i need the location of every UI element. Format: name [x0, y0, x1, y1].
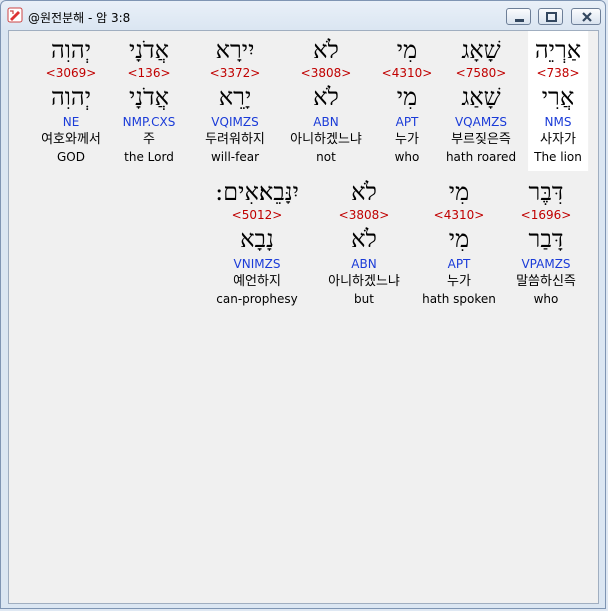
- hebrew-word: אֲדֹנָי: [128, 36, 170, 64]
- strong-number[interactable]: <7580>: [446, 65, 516, 81]
- word-cell[interactable]: יִירָא <3372> יָרֵא VQIMZS 두려워하지 will-fe…: [205, 35, 265, 165]
- morph-code: ABN: [351, 257, 377, 271]
- english-gloss: can-prophesy: [216, 292, 298, 306]
- korean-gloss: 말씀하신즉: [516, 274, 576, 289]
- hebrew-lemma: אֲרִי: [541, 83, 575, 111]
- word-cell-selected[interactable]: אַרְיֵה <738> אֲרִי NMS 사자가 The lion: [528, 31, 588, 171]
- strong-number[interactable]: <738>: [534, 65, 582, 81]
- korean-gloss: 아니하겠느냐: [328, 274, 400, 289]
- hebrew-lemma: נָבָא: [240, 225, 274, 253]
- strong-number[interactable]: <136>: [123, 65, 176, 81]
- english-gloss: GOD: [57, 150, 85, 164]
- close-icon: [582, 12, 592, 22]
- word-cell[interactable]: לֹא <3808> לֹא ABN 아니하겠느냐 not: [290, 35, 362, 165]
- morph-code: APT: [447, 257, 471, 271]
- korean-gloss: 사자가: [540, 132, 576, 147]
- hebrew-lemma: מִי: [448, 225, 470, 253]
- hebrew-word: יְהוִה: [50, 36, 92, 64]
- english-gloss: who: [533, 292, 559, 306]
- word-cell[interactable]: שָׁאָג <7580> שָׁאַג VQAMZS 부르짖은즉 hath r…: [446, 35, 516, 165]
- hebrew-word: לֹא: [351, 178, 377, 206]
- korean-gloss: 누가: [447, 274, 471, 289]
- hebrew-lemma: מִי: [396, 83, 418, 111]
- app-icon: [7, 7, 23, 23]
- hebrew-lemma: דָּבַר: [528, 225, 564, 253]
- word-cell[interactable]: לֹא <3808> לֹא ABN 아니하겠느냐 but: [328, 177, 400, 307]
- english-gloss: who: [394, 150, 420, 164]
- morph-code: VQIMZS: [211, 115, 259, 129]
- strong-number[interactable]: <3808>: [290, 65, 362, 81]
- hebrew-word: דִּבֶּר: [528, 178, 564, 206]
- korean-gloss: 주: [143, 132, 155, 147]
- hebrew-word: לֹא: [313, 36, 339, 64]
- morph-code: VQAMZS: [454, 115, 508, 129]
- korean-gloss: 아니하겠느냐: [290, 132, 362, 147]
- word-cell[interactable]: דִּבֶּר <1696> דָּבַר VPAMZS 말씀하신즉 who: [516, 177, 576, 307]
- hebrew-lemma: אֲדֹנָי: [128, 83, 170, 111]
- hebrew-lemma: יְהוִה: [50, 83, 92, 111]
- window-title: @원전분해 - 암 3:8: [28, 11, 131, 25]
- hebrew-word: יִירָא: [215, 36, 255, 64]
- korean-gloss: 예언하지: [233, 274, 281, 289]
- word-cell[interactable]: יִנָּבֵא׃אִים: <5012> נָבָא VNIMZS 예언하지 …: [215, 177, 299, 307]
- hebrew-word: מִי: [448, 178, 470, 206]
- english-gloss: but: [354, 292, 374, 306]
- maximize-button[interactable]: [538, 8, 563, 25]
- word-cell[interactable]: מִי <4310> מִי APT 누가 hath spoken: [422, 177, 496, 307]
- hebrew-word: שָׁאָג: [461, 36, 501, 64]
- title-bar[interactable]: @원전분해 - 암 3:8: [1, 1, 605, 29]
- strong-number[interactable]: <5012>: [215, 207, 299, 223]
- word-cell[interactable]: מִי <4310> מִי APT 누가 who: [382, 35, 433, 165]
- english-gloss: not: [316, 150, 336, 164]
- morph-code: NMS: [544, 115, 572, 129]
- hebrew-word: יִנָּבֵא׃אִים:: [215, 178, 299, 206]
- hebrew-lemma: יָרֵא: [218, 83, 252, 111]
- strong-number[interactable]: <4310>: [422, 207, 496, 223]
- morph-code: NE: [62, 115, 80, 129]
- minimize-button[interactable]: [506, 8, 531, 25]
- app-window: @원전분해 - 암 3:8 יְהוִה <3069> יְהוִה NE 여호…: [0, 0, 606, 609]
- korean-gloss: 누가: [395, 132, 419, 147]
- maximize-icon: [546, 12, 557, 22]
- english-gloss: will-fear: [210, 150, 260, 164]
- english-gloss: hath spoken: [422, 292, 496, 306]
- strong-number[interactable]: <3069>: [41, 65, 101, 81]
- strong-number[interactable]: <3808>: [328, 207, 400, 223]
- korean-gloss: 부르짖은즉: [451, 132, 511, 147]
- word-cell[interactable]: אֲדֹנָי <136> אֲדֹנָי NMP.CXS 주 the Lord: [123, 35, 176, 165]
- morph-code: VNIMZS: [233, 257, 281, 271]
- strong-number[interactable]: <1696>: [516, 207, 576, 223]
- english-gloss: The lion: [534, 150, 582, 164]
- english-gloss: hath roared: [445, 150, 517, 164]
- word-cell[interactable]: יְהוִה <3069> יְהוִה NE 여호와께서 GOD: [41, 35, 101, 165]
- english-gloss: the Lord: [124, 150, 174, 164]
- hebrew-word: אַרְיֵה: [534, 36, 582, 64]
- minimize-icon: [515, 19, 524, 22]
- hebrew-lemma: שָׁאַג: [461, 83, 501, 111]
- korean-gloss: 여호와께서: [41, 132, 101, 147]
- morph-code: ABN: [313, 115, 339, 129]
- morph-code: NMP.CXS: [122, 115, 176, 129]
- morph-code: APT: [395, 115, 419, 129]
- korean-gloss: 두려워하지: [205, 132, 265, 147]
- hebrew-lemma: לֹא: [313, 83, 339, 111]
- interlinear-panel: יְהוִה <3069> יְהוִה NE 여호와께서 GOD אֲדֹנָ…: [8, 30, 599, 604]
- hebrew-lemma: לֹא: [351, 225, 377, 253]
- strong-number[interactable]: <4310>: [382, 65, 433, 81]
- hebrew-word: מִי: [396, 36, 418, 64]
- morph-code: VPAMZS: [521, 257, 571, 271]
- close-button[interactable]: [571, 8, 601, 25]
- strong-number[interactable]: <3372>: [205, 65, 265, 81]
